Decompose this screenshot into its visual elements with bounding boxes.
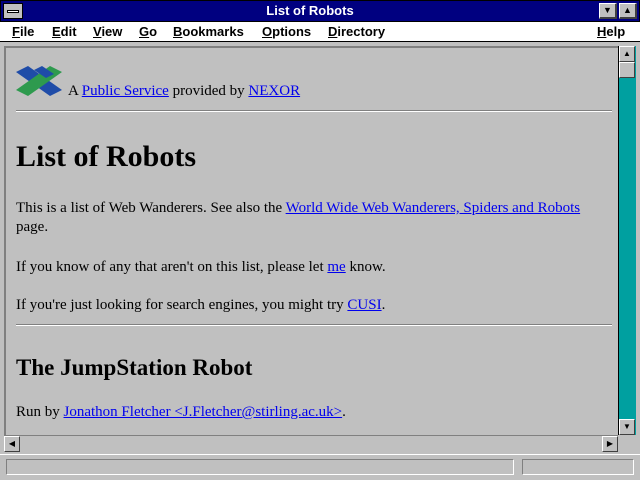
title-bar: List of Robots ▼ ▲ [0, 0, 640, 22]
fletcher-link[interactable]: Jonathon Fletcher <J.Fletcher@stirling.a… [64, 404, 343, 420]
scroll-left-button[interactable]: ◀ [4, 436, 20, 452]
nexor-logo-icon[interactable] [14, 64, 64, 98]
page-title: List of Robots [16, 140, 197, 173]
menu-go[interactable]: Go [139, 24, 157, 40]
search-paragraph: If you're just looking for search engine… [16, 297, 386, 313]
system-menu-icon [7, 10, 19, 13]
menu-file[interactable]: File [12, 24, 34, 40]
menu-options[interactable]: Options [262, 24, 311, 40]
minimize-button[interactable]: ▼ [599, 3, 617, 19]
divider-top [16, 110, 612, 112]
menu-directory[interactable]: Directory [328, 24, 385, 40]
menu-edit[interactable]: Edit [52, 24, 77, 40]
system-menu-button[interactable] [3, 3, 23, 19]
menu-help[interactable]: Help [597, 24, 625, 40]
status-message [6, 459, 514, 475]
status-bar [0, 454, 640, 480]
wanderers-link[interactable]: World Wide Web Wanderers, Spiders and Ro… [286, 200, 580, 216]
scroll-right-button[interactable]: ▶ [602, 436, 618, 452]
divider-middle [16, 324, 612, 326]
section-heading: The JumpStation Robot [16, 355, 253, 380]
intro-paragraph: This is a list of Web Wanderers. See als… [16, 200, 581, 235]
vertical-scrollbar[interactable]: ▲ ▼ [618, 46, 636, 435]
horizontal-scrollbar[interactable]: ◀ ▶ [4, 435, 618, 452]
service-line: A Public Service provided by NEXOR [68, 83, 301, 99]
cusi-link[interactable]: CUSI [347, 297, 381, 313]
progress-indicator [522, 459, 634, 475]
menu-bar: File Edit View Go Bookmarks Options Dire… [0, 22, 640, 42]
maximize-button[interactable]: ▲ [619, 3, 637, 19]
menu-bookmarks[interactable]: Bookmarks [173, 24, 244, 40]
scroll-thumb[interactable] [619, 62, 635, 78]
know-paragraph: If you know of any that aren't on this l… [16, 259, 386, 275]
menu-view[interactable]: View [93, 24, 122, 40]
public-service-link[interactable]: Public Service [82, 83, 169, 99]
me-link[interactable]: me [327, 259, 345, 275]
runby-paragraph: Run by Jonathon Fletcher <J.Fletcher@sti… [16, 404, 346, 420]
nexor-link[interactable]: NEXOR [248, 83, 300, 99]
scroll-up-button[interactable]: ▲ [619, 46, 635, 62]
scroll-down-button[interactable]: ▼ [619, 419, 635, 435]
window-title: List of Robots [266, 3, 354, 18]
document-view: A Public Service provided by NEXOR List … [4, 46, 618, 435]
